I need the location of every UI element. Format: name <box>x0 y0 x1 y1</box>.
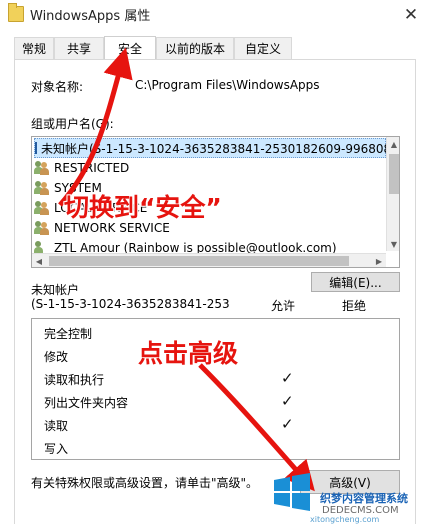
arrow-to-advanced-button <box>198 363 315 492</box>
watermark-url: xitongcheng.com <box>310 515 380 524</box>
arrow-to-security-tab <box>58 47 133 207</box>
watermark-logo-icon <box>274 473 310 511</box>
annotation-click-advanced: 点击高级 <box>138 339 239 368</box>
annotation-switch-security: 切换到“安全” <box>64 193 222 222</box>
annotation-arrows <box>58 47 315 492</box>
watermark-name: 织梦内容管理系统 <box>320 492 408 505</box>
